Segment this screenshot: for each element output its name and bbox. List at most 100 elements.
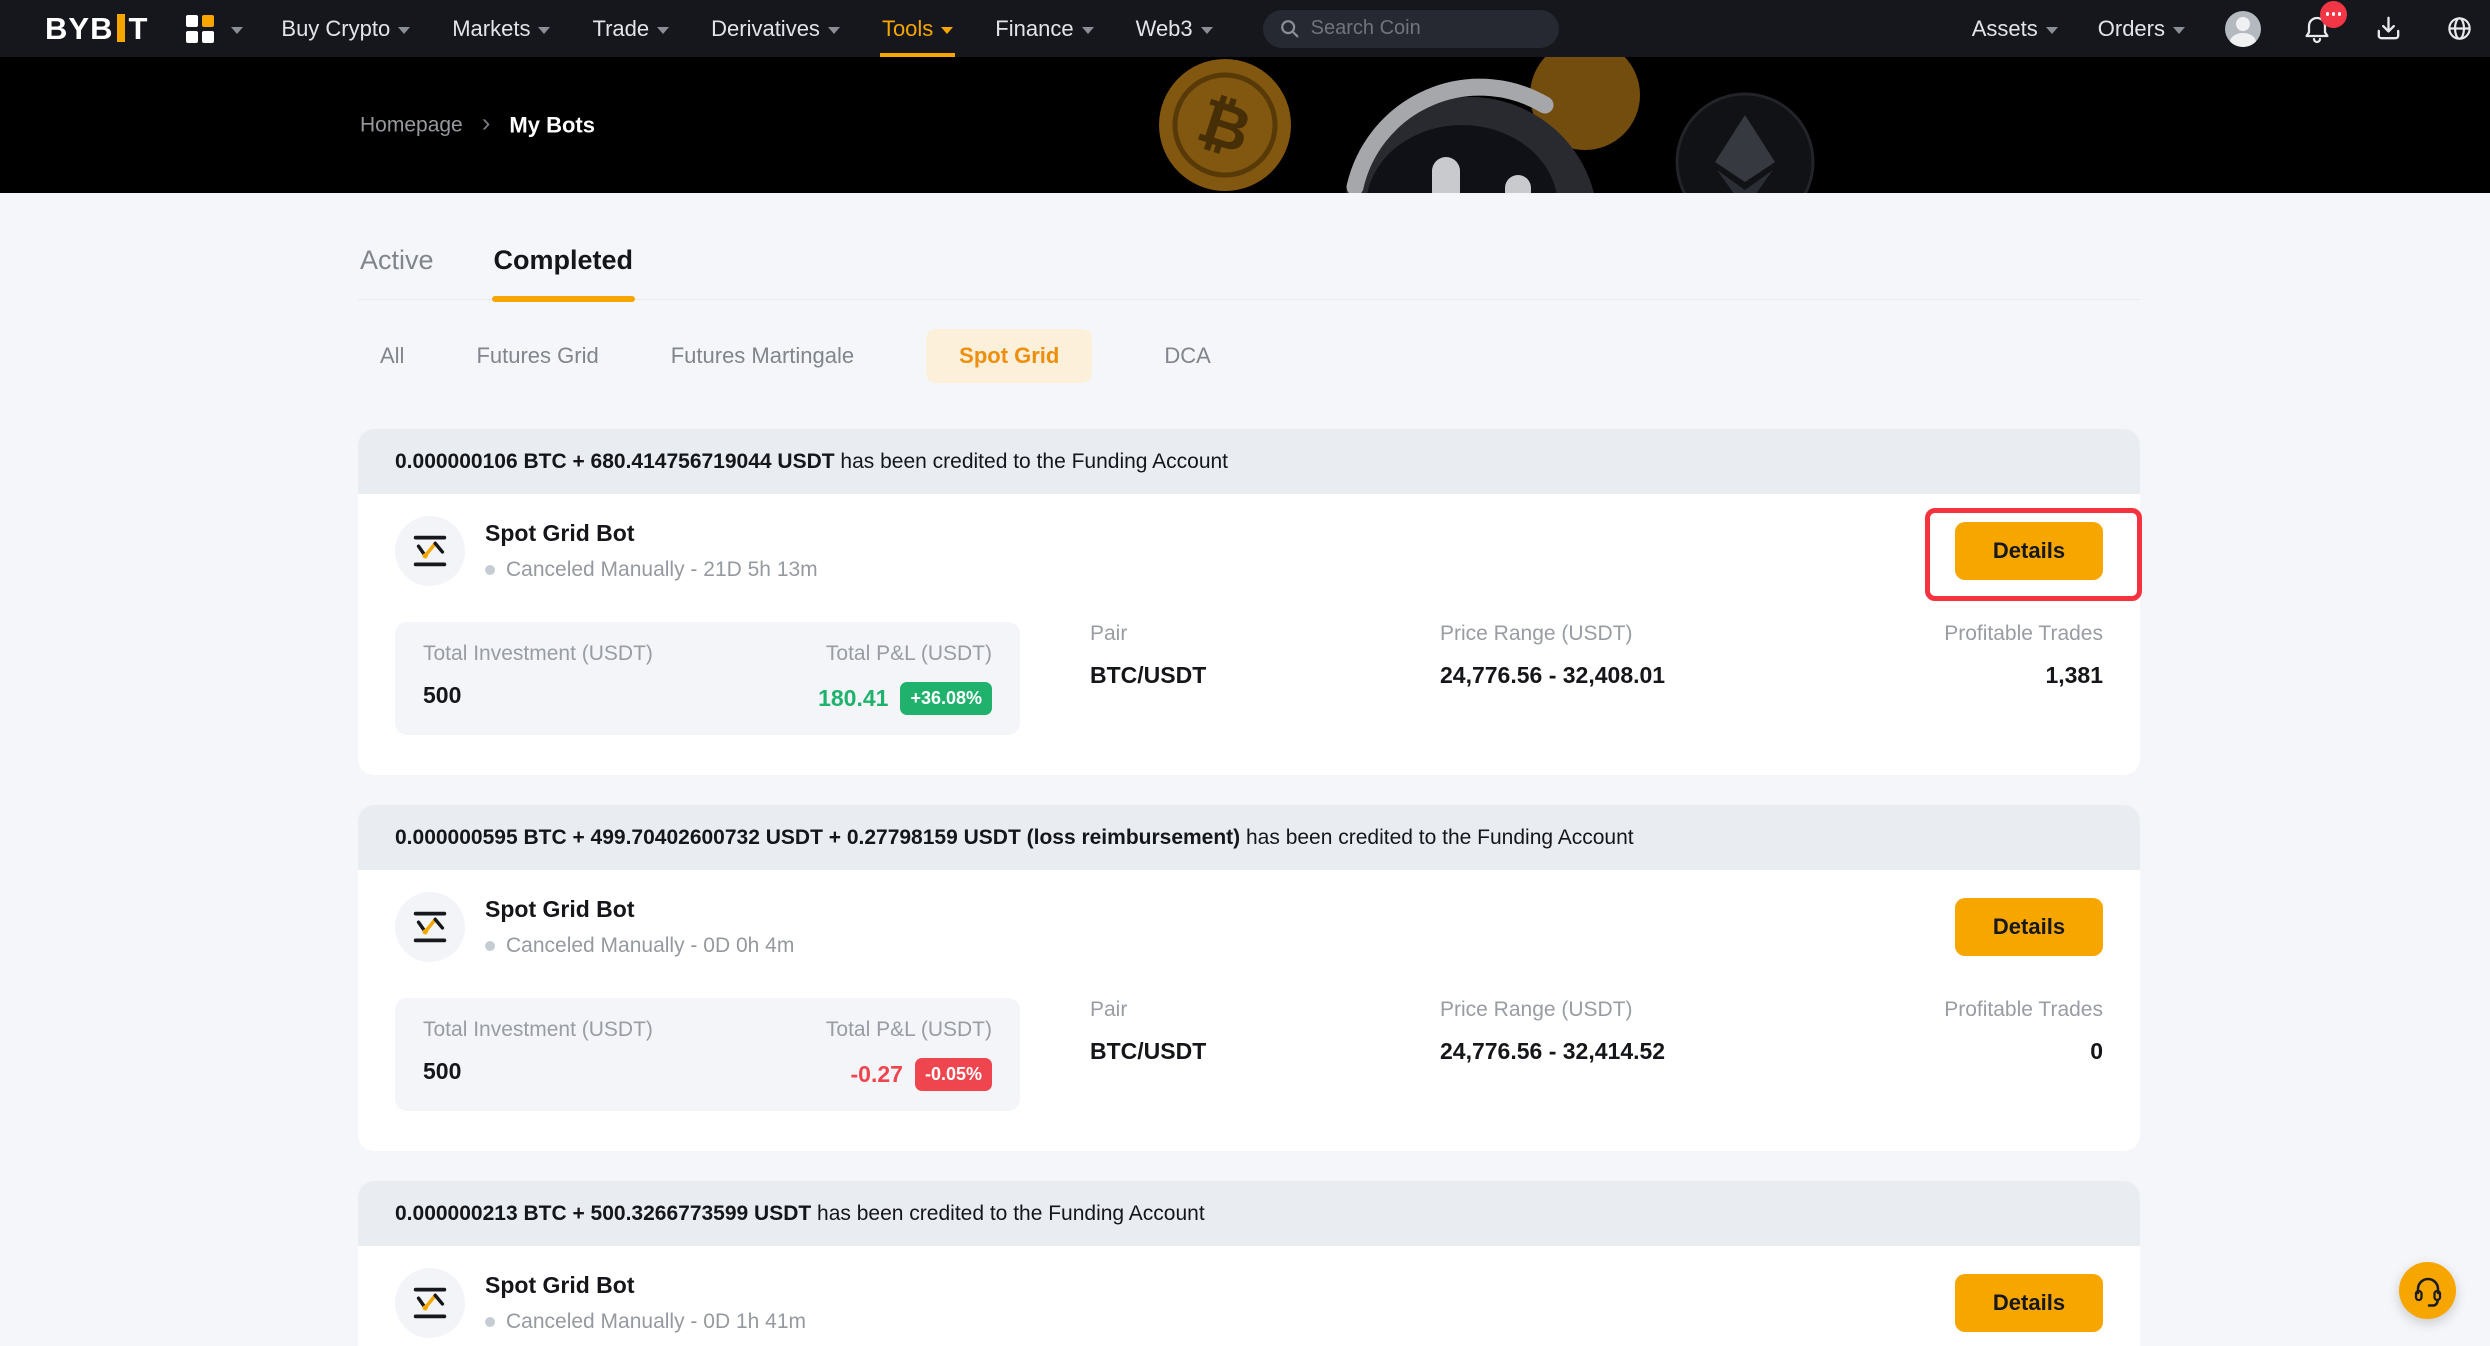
chevron-down-icon: [828, 27, 840, 34]
grid-bot-chart-icon: [395, 892, 465, 962]
nav-right-group: Assets Orders: [1972, 11, 2475, 47]
bybit-logo[interactable]: BYBT: [45, 11, 148, 47]
apps-menu-button[interactable]: [186, 15, 243, 43]
credit-banner-amount: 0.000000106 BTC + 680.414756719044 USDT: [395, 450, 835, 474]
search-box[interactable]: [1263, 10, 1559, 48]
status-tab-label: Active: [360, 245, 434, 275]
notification-badge: [2320, 1, 2347, 28]
bot-type-filter-label: DCA: [1164, 343, 1210, 368]
profitable-trades-value: 1,381: [1665, 662, 2103, 689]
status-tabs: Active Completed: [358, 245, 2140, 300]
credit-banner: 0.000000595 BTC + 499.70402600732 USDT +…: [358, 805, 2140, 870]
credit-banner: 0.000000106 BTC + 680.414756719044 USDT …: [358, 429, 2140, 494]
bot-type-filters: All Futures Grid Futures Martingale Spot…: [380, 330, 2140, 382]
pnl-percent-badge: -0.05%: [915, 1058, 992, 1091]
price-range-value: 24,776.56 - 32,414.52: [1440, 1038, 1665, 1065]
bot-header-row: Spot Grid Bot Canceled Manually - 0D 1h …: [358, 1246, 2140, 1338]
logo-i-bar: [117, 14, 125, 42]
bitcoin-coin-icon: ₿: [1159, 59, 1291, 191]
bot-name: Spot Grid Bot: [485, 1272, 806, 1299]
user-avatar[interactable]: [2225, 11, 2261, 47]
bot-type-filter[interactable]: DCA: [1164, 343, 1210, 369]
pair-label: Pair: [1090, 998, 1440, 1022]
chevron-down-icon: [398, 27, 410, 34]
nav-menu-item[interactable]: Finance: [993, 0, 1095, 57]
status-tab[interactable]: Active: [358, 245, 436, 299]
credit-banner-text: has been credited to the Funding Account: [1240, 826, 1633, 850]
bot-type-filter-label: Futures Grid: [476, 343, 598, 368]
bot-type-filter-label: Futures Martingale: [671, 343, 854, 368]
credit-banner-text: has been credited to the Funding Account: [835, 450, 1228, 474]
details-button[interactable]: Details: [1955, 898, 2103, 956]
bot-header-row: Spot Grid Bot Canceled Manually - 0D 0h …: [358, 870, 2140, 962]
chevron-right-icon: ›: [482, 108, 491, 139]
nav-menu-item[interactable]: Markets: [450, 0, 552, 57]
status-dot: [485, 1317, 495, 1327]
nav-menu: Buy Crypto Markets Trade Derivatives: [279, 0, 1252, 57]
credit-banner: 0.000000213 BTC + 500.3266773599 USDT ha…: [358, 1181, 2140, 1246]
bot-type-filter[interactable]: Spot Grid: [926, 329, 1092, 383]
grid-bot-chart-icon: [395, 516, 465, 586]
main-content: Active Completed All Futures Grid: [0, 193, 2490, 1346]
nav-menu-item[interactable]: Web3: [1134, 0, 1215, 57]
bot-type-filter[interactable]: All: [380, 343, 404, 369]
language-button[interactable]: [2444, 13, 2475, 44]
nav-menu-item[interactable]: Derivatives: [709, 0, 842, 57]
chevron-down-icon: [657, 27, 669, 34]
nav-menu-item-label: Buy Crypto: [281, 16, 390, 42]
credit-banner-amount: 0.000000595 BTC + 499.70402600732 USDT +…: [395, 826, 1240, 850]
headset-icon: [2412, 1274, 2444, 1308]
downloads-button[interactable]: [2373, 13, 2404, 44]
bot-status: Canceled Manually - 0D 0h 4m: [485, 934, 794, 958]
bot-type-filter-label: Spot Grid: [959, 343, 1059, 368]
investment-pnl-box: Total Investment (USDT) 500 Total P&L (U…: [395, 998, 1020, 1111]
grid-bot-chart-icon: [395, 1268, 465, 1338]
breadcrumb-homepage-link[interactable]: Homepage: [360, 113, 463, 137]
credit-banner-text: has been credited to the Funding Account: [811, 1202, 1204, 1226]
bot-type-filter[interactable]: Futures Grid: [476, 343, 598, 369]
nav-dropdown-label: Orders: [2098, 16, 2165, 42]
details-button[interactable]: Details: [1955, 522, 2103, 580]
nav-menu-item[interactable]: Tools: [880, 0, 955, 57]
credit-banner-amount: 0.000000213 BTC + 500.3266773599 USDT: [395, 1202, 811, 1226]
bot-card: 0.000000213 BTC + 500.3266773599 USDT ha…: [358, 1181, 2140, 1346]
bot-type-filter[interactable]: Futures Martingale: [671, 343, 854, 369]
support-button[interactable]: [2399, 1262, 2456, 1319]
nav-menu-item[interactable]: Buy Crypto: [279, 0, 412, 57]
price-range-value: 24,776.56 - 32,408.01: [1440, 662, 1665, 689]
nav-dropdown-menu[interactable]: Orders: [2098, 16, 2185, 42]
details-button[interactable]: Details: [1955, 1274, 2103, 1332]
page: BYBT Buy Crypto Markets Tra: [0, 0, 2490, 1346]
profitable-trades-label: Profitable Trades: [1665, 998, 2103, 1022]
investment-label: Total Investment (USDT): [423, 1018, 653, 1042]
chevron-down-icon: [538, 27, 550, 34]
breadcrumb-current: My Bots: [509, 112, 595, 138]
nav-menu-item-label: Web3: [1136, 16, 1193, 42]
pair-value: BTC/USDT: [1090, 662, 1440, 689]
chevron-down-icon: [1082, 27, 1094, 34]
chevron-down-icon: [2173, 27, 2185, 34]
profitable-trades-label: Profitable Trades: [1665, 622, 2103, 646]
nav-menu-item-label: Finance: [995, 16, 1073, 42]
pair-value: BTC/USDT: [1090, 1038, 1440, 1065]
download-icon: [2373, 13, 2404, 44]
bot-stats-row: Total Investment (USDT) 500 Total P&L (U…: [358, 586, 2140, 775]
price-range-label: Price Range (USDT): [1440, 998, 1665, 1022]
bot-stats-row: [358, 1338, 2140, 1346]
status-tab[interactable]: Completed: [492, 245, 636, 299]
pair-label: Pair: [1090, 622, 1440, 646]
profitable-trades-value: 0: [1665, 1038, 2103, 1065]
status-tab-label: Completed: [494, 245, 634, 275]
hero-robot-graphic: ₿: [1000, 57, 1880, 193]
nav-dropdown-menu[interactable]: Assets: [1972, 16, 2058, 42]
bot-status-text: Canceled Manually - 21D 5h 13m: [506, 558, 818, 582]
pnl-value: -0.27: [851, 1061, 903, 1088]
nav-menu-item[interactable]: Trade: [590, 0, 671, 57]
investment-pnl-box: Total Investment (USDT) 500 Total P&L (U…: [395, 622, 1020, 735]
status-dot: [485, 565, 495, 575]
notifications-button[interactable]: [2301, 13, 2333, 45]
pnl-label: Total P&L (USDT): [818, 642, 992, 666]
top-nav-bar: BYBT Buy Crypto Markets Tra: [0, 0, 2490, 57]
investment-value: 500: [423, 1058, 653, 1085]
search-input[interactable]: [1311, 17, 1543, 40]
